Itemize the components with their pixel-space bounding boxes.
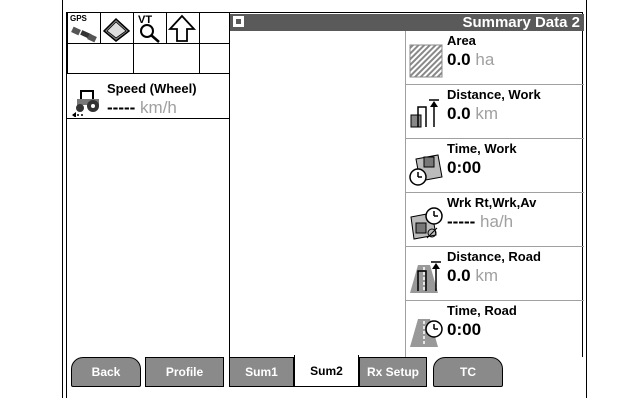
tile-distance-road[interactable]: Distance, Road 0.0 km bbox=[405, 247, 584, 301]
tile-readout: 0.0 km bbox=[447, 266, 498, 286]
tile-time-work[interactable]: Time, Work 0:00 bbox=[405, 139, 584, 193]
tile-readout: 0.0 km bbox=[447, 104, 498, 124]
area-icon bbox=[408, 43, 444, 79]
time-work-icon bbox=[408, 151, 444, 187]
gps-icon[interactable]: GPS bbox=[68, 13, 98, 43]
tile-unit: ha/h bbox=[480, 212, 514, 231]
tractor-icon bbox=[71, 87, 105, 122]
time-road-icon bbox=[408, 313, 444, 349]
tab-tc[interactable]: TC bbox=[433, 357, 503, 387]
distance-road-icon bbox=[408, 259, 444, 295]
tile-label: Area bbox=[447, 33, 476, 48]
tile-value: 0.0 bbox=[447, 266, 471, 285]
tile-label: Wrk Rt,Wrk,Av bbox=[447, 195, 537, 210]
tile-unit: km bbox=[475, 266, 499, 285]
tile-distance-work[interactable]: Distance, Work 0.0 km bbox=[405, 85, 584, 139]
vt-label: VT bbox=[138, 14, 153, 26]
tile-readout: 0:00 bbox=[447, 158, 481, 178]
speed-label: Speed (Wheel) bbox=[107, 81, 197, 96]
display-screen: GPS VT Speed (Wheel) ----- km/h Summary … bbox=[66, 12, 584, 399]
tile-value: 0.0 bbox=[447, 50, 471, 69]
tile-value: 0.0 bbox=[447, 104, 471, 123]
tile-unit: ha bbox=[475, 50, 495, 69]
tile-readout: 0:00 bbox=[447, 320, 481, 340]
gps-label: GPS bbox=[70, 14, 87, 23]
page-title: Summary Data 2 bbox=[462, 14, 580, 31]
speed-value: ----- bbox=[107, 98, 136, 117]
back-button[interactable]: Back bbox=[71, 357, 141, 387]
tab-sum1[interactable]: Sum1 bbox=[229, 357, 294, 387]
profile-button[interactable]: Profile bbox=[145, 357, 224, 387]
distance-work-icon bbox=[408, 97, 444, 133]
title-bar: Summary Data 2 bbox=[230, 14, 584, 31]
tile-work-rate[interactable]: Wrk Rt,Wrk,Av ----- ha/h bbox=[405, 193, 584, 247]
tab-rx-setup[interactable]: Rx Setup bbox=[359, 357, 427, 387]
tile-label: Distance, Work bbox=[447, 87, 541, 102]
tile-readout: ----- ha/h bbox=[447, 212, 513, 232]
tile-unit: km bbox=[475, 104, 499, 123]
tile-area[interactable]: Area 0.0 ha bbox=[405, 31, 584, 85]
tile-label: Time, Work bbox=[447, 141, 517, 156]
window-icon bbox=[233, 16, 244, 27]
softkey-bar: Back Profile Sum1 Sum2 Rx Setup TC bbox=[67, 355, 584, 399]
tile-label: Distance, Road bbox=[447, 249, 541, 264]
field-icon[interactable] bbox=[101, 13, 131, 43]
up-arrow-icon[interactable] bbox=[167, 13, 197, 43]
work-rate-icon bbox=[408, 205, 444, 241]
tab-sum2[interactable]: Sum2 bbox=[294, 355, 359, 387]
tile-value: 0:00 bbox=[447, 320, 482, 339]
tile-label: Time, Road bbox=[447, 303, 517, 318]
tile-readout: 0.0 ha bbox=[447, 50, 494, 70]
tile-value: ----- bbox=[447, 212, 476, 231]
speed-unit: km/h bbox=[140, 98, 177, 117]
speed-readout: ----- km/h bbox=[107, 98, 177, 118]
tile-value: 0:00 bbox=[447, 158, 482, 177]
tile-time-road[interactable]: Time, Road 0:00 bbox=[405, 301, 584, 357]
virtual-terminal-icon[interactable]: VT bbox=[134, 13, 164, 43]
